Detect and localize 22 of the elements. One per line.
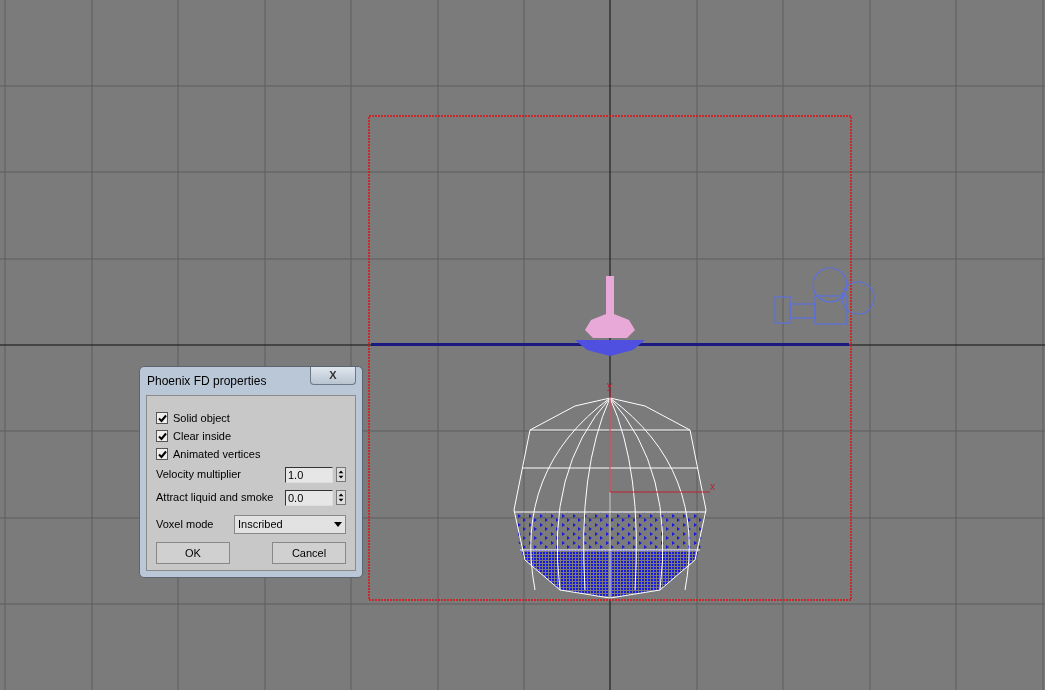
ok-button[interactable]: OK <box>156 542 230 564</box>
spinner-arrows-icon[interactable] <box>336 467 346 482</box>
axis-label: x <box>710 481 715 492</box>
caret-icon <box>334 522 342 527</box>
cancel-button[interactable]: Cancel <box>272 542 346 564</box>
field-label: Voxel mode <box>156 517 214 533</box>
checkbox-label: Solid object <box>173 410 230 426</box>
close-button[interactable]: X <box>310 367 356 385</box>
checkbox[interactable] <box>156 448 168 460</box>
axis-label: y <box>607 380 612 391</box>
voxel-mode-dropdown[interactable]: Inscribed <box>234 515 346 534</box>
spinner-arrows-icon[interactable] <box>336 490 346 505</box>
number-field[interactable]: 0.0 <box>285 489 333 506</box>
field-label: Attract liquid and smoke <box>156 490 274 506</box>
checkbox[interactable] <box>156 412 168 424</box>
checkbox-label: Animated vertices <box>173 446 261 462</box>
camera-icon <box>774 267 875 325</box>
field-label: Velocity multiplier <box>156 467 241 483</box>
checkbox-label: Clear inside <box>173 428 232 444</box>
checkbox[interactable] <box>156 430 168 442</box>
number-field[interactable]: 1.0 <box>285 466 333 483</box>
dialog-title: Phoenix FD properties <box>146 373 267 390</box>
